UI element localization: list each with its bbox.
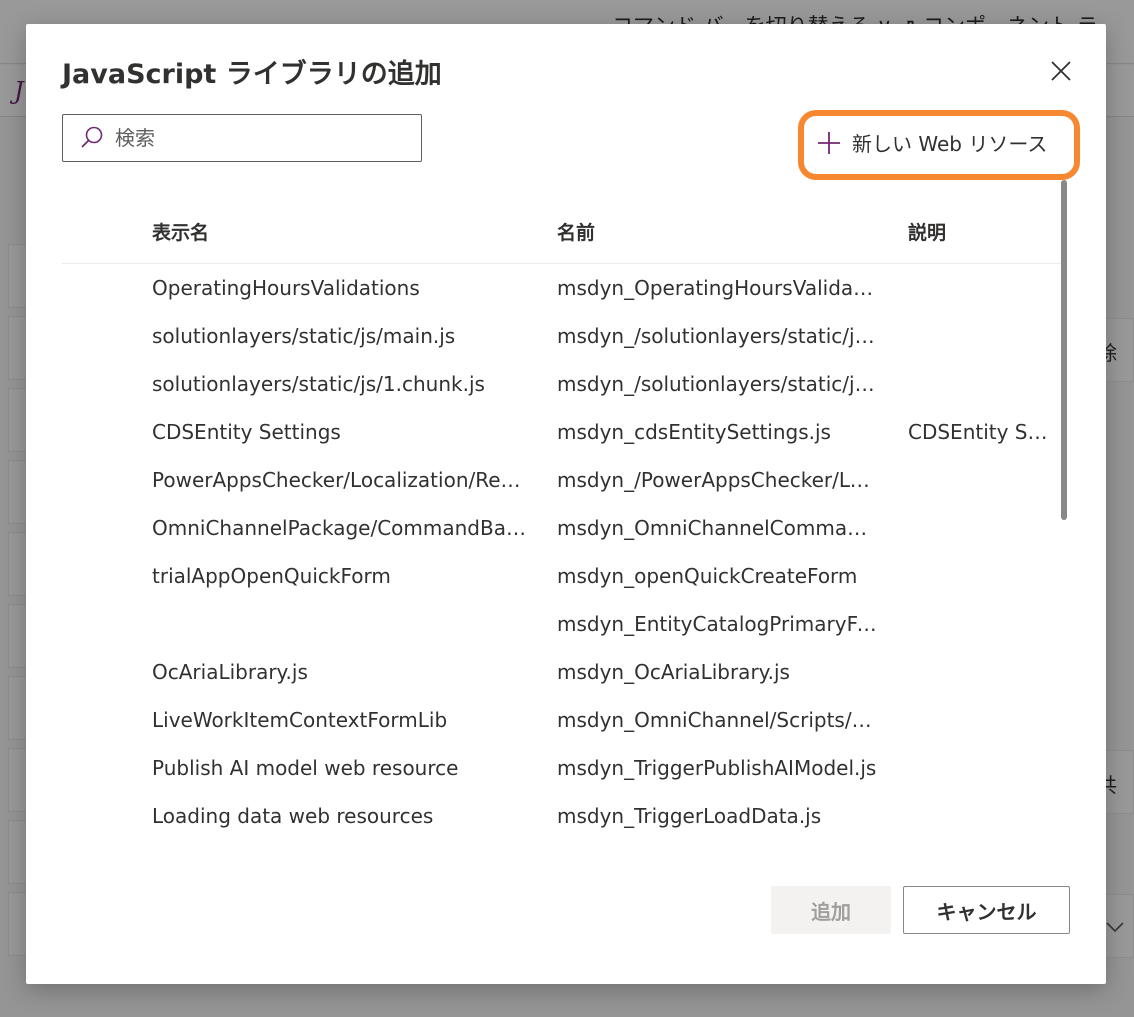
plus-icon [818, 131, 840, 154]
cell-display-name: PowerAppsChecker/Localization/Resou… [152, 468, 530, 492]
cell-name: msdyn_openQuickCreateForm [557, 564, 858, 588]
cell-display-name: trialAppOpenQuickForm [152, 564, 391, 588]
cell-display-name: OmniChannelPackage/CommandBarAc… [152, 516, 530, 540]
search-input[interactable] [113, 125, 421, 151]
vertical-scrollbar[interactable] [1058, 180, 1070, 520]
search-icon [79, 125, 105, 151]
cell-name: msdyn_OmniChannel/Scripts/Liv… [557, 708, 879, 732]
table-row[interactable]: OmniChannelPackage/CommandBarAc… msdyn_O… [62, 508, 1062, 556]
cell-display-name: solutionlayers/static/js/main.js [152, 324, 456, 348]
cell-name: msdyn_/solutionlayers/static/js/… [557, 324, 879, 348]
cell-display-name: LiveWorkItemContextFormLib [152, 708, 448, 732]
table-row[interactable]: solutionlayers/static/js/1.chunk.js msdy… [62, 364, 1062, 412]
table-row[interactable]: trialAppOpenQuickForm msdyn_openQuickCre… [62, 556, 1062, 604]
cell-display-name: CDSEntity Settings [152, 420, 341, 444]
new-web-resource-label: 新しい Web リソース [852, 132, 1048, 156]
add-javascript-library-dialog: JavaScript ライブラリの追加 新しい Web リソース 表示名 名前 … [26, 24, 1106, 984]
table-row[interactable]: LiveWorkItemContextFormLib msdyn_OmniCha… [62, 700, 1062, 748]
table-row[interactable]: OcAriaLibrary.js msdyn_OcAriaLibrary.js [62, 652, 1062, 700]
column-header-display-name[interactable]: 表示名 [152, 218, 209, 245]
column-header-name[interactable]: 名前 [557, 218, 595, 245]
close-icon [1051, 61, 1071, 81]
cell-name: msdyn_OcAriaLibrary.js [557, 660, 790, 684]
cell-name: msdyn_EntityCatalogPrimaryField [557, 612, 879, 636]
table-body: OperatingHoursValidations msdyn_Operatin… [62, 268, 1062, 844]
cell-name: msdyn_/solutionlayers/static/js/1… [557, 372, 879, 396]
cell-display-name: OcAriaLibrary.js [152, 660, 308, 684]
cell-name: msdyn_cdsEntitySettings.js [557, 420, 831, 444]
cell-name: msdyn_/PowerAppsChecker/Loca… [557, 468, 879, 492]
cell-name: msdyn_OmniChannelCommandB… [557, 516, 879, 540]
new-web-resource-button[interactable]: 新しい Web リソース [816, 128, 1047, 157]
table-row[interactable]: CDSEntity Settings msdyn_cdsEntitySettin… [62, 412, 1062, 460]
table-row[interactable]: msdyn_EntityCatalogPrimaryField [62, 604, 1062, 652]
cell-display-name: Loading data web resources [152, 804, 434, 828]
close-button[interactable] [1044, 54, 1078, 88]
cell-description: CDSEntity Sett… [908, 420, 1058, 444]
dialog-title: JavaScript ライブラリの追加 [62, 59, 442, 90]
cell-display-name: OperatingHoursValidations [152, 276, 420, 300]
table-row[interactable]: Publish AI model web resource msdyn_Trig… [62, 748, 1062, 796]
cell-display-name: Publish AI model web resource [152, 756, 459, 780]
search-box[interactable] [62, 114, 422, 162]
cell-name: msdyn_TriggerPublishAIModel.js [557, 756, 877, 780]
table-row[interactable]: solutionlayers/static/js/main.js msdyn_/… [62, 316, 1062, 364]
column-header-description[interactable]: 説明 [908, 218, 946, 245]
table-row[interactable]: PowerAppsChecker/Localization/Resou… msd… [62, 460, 1062, 508]
table-header: 表示名 名前 説明 [62, 214, 1062, 264]
table-row[interactable]: OperatingHoursValidations msdyn_Operatin… [62, 268, 1062, 316]
cell-display-name: solutionlayers/static/js/1.chunk.js [152, 372, 485, 396]
cell-name: msdyn_TriggerLoadData.js [557, 804, 822, 828]
scrollbar-thumb[interactable] [1061, 180, 1067, 520]
cancel-button[interactable]: キャンセル [903, 886, 1070, 934]
add-button[interactable]: 追加 [771, 886, 891, 934]
cell-name: msdyn_OperatingHoursValidatio… [557, 276, 879, 300]
table-row[interactable]: Loading data web resources msdyn_Trigger… [62, 796, 1062, 844]
